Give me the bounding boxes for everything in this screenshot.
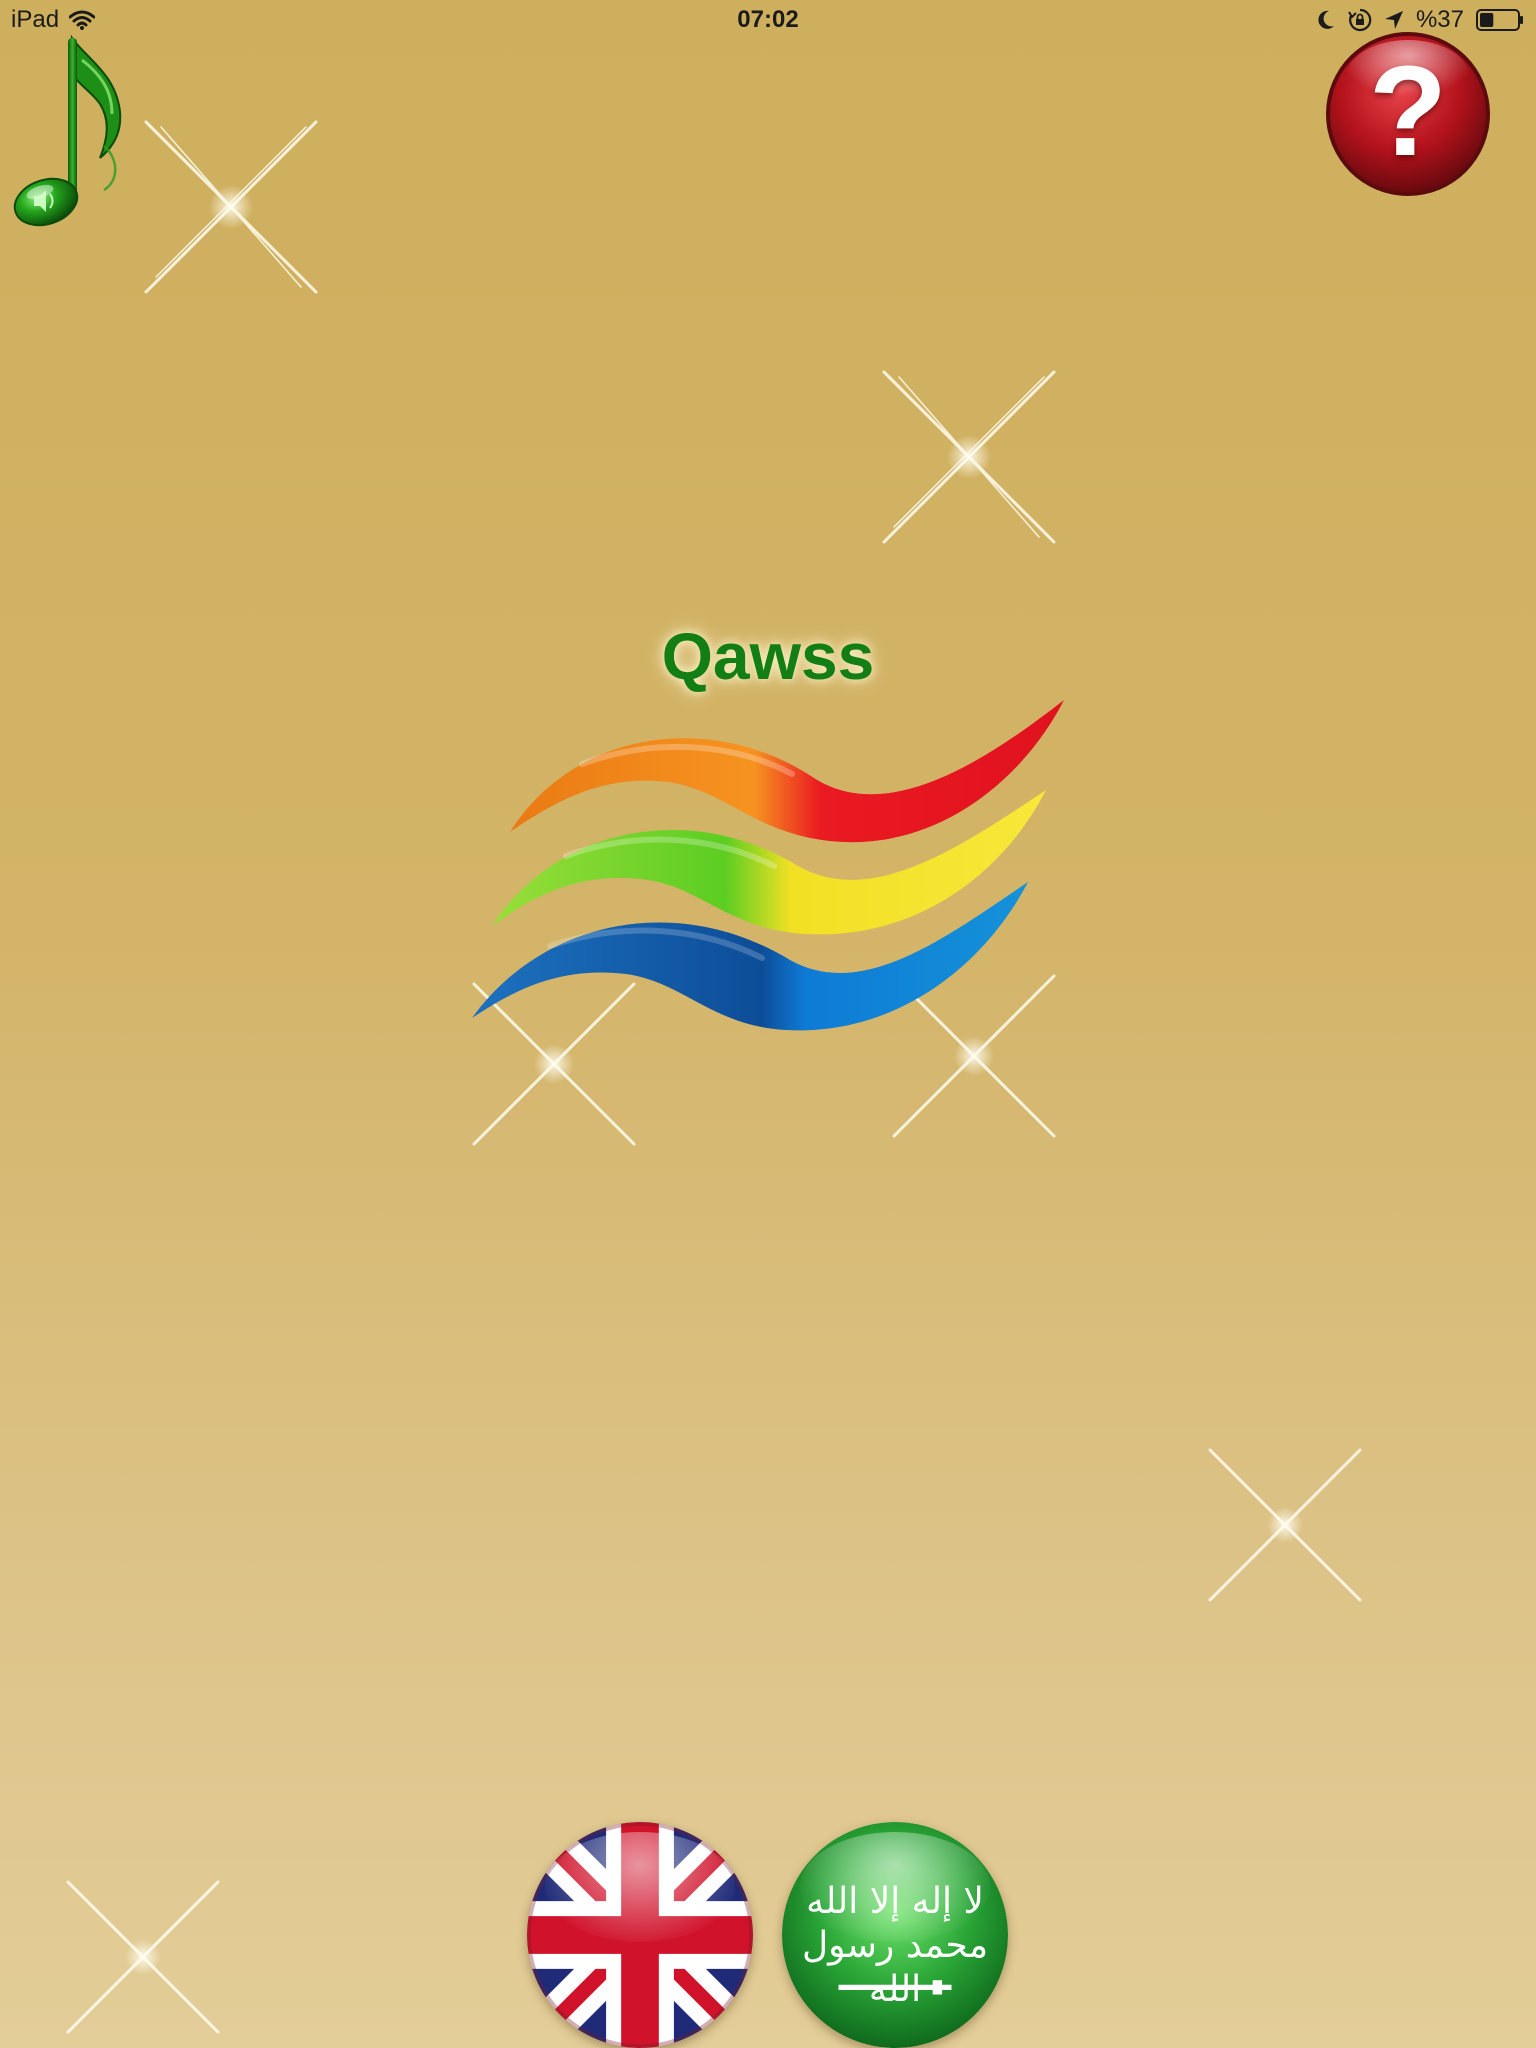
- sparkle-icon: [1208, 1448, 1362, 1602]
- app-title: Qawss: [661, 619, 875, 693]
- clock: 07:02: [737, 6, 799, 33]
- english-language-button[interactable]: [527, 1822, 753, 2048]
- arabic-language-button[interactable]: لا إله إلا الله محمد رسول الله: [782, 1822, 1008, 2048]
- help-button[interactable]: ?: [1324, 30, 1492, 198]
- music-toggle-button[interactable]: [8, 30, 136, 230]
- help-symbol: ?: [1368, 40, 1448, 183]
- flag-shahada-text: لا إله إلا الله محمد رسول الله: [802, 1881, 988, 2010]
- location-arrow-icon: [1384, 10, 1404, 30]
- music-note-sound-icon: [13, 34, 122, 227]
- sparkle-icon: [882, 370, 1056, 544]
- status-bar: iPad 07:02 %37: [0, 0, 1536, 40]
- rotation-lock-icon: [1348, 8, 1372, 32]
- rainbow-waves-logo: [472, 700, 1064, 1031]
- moon-icon: [1316, 9, 1336, 31]
- sparkle-icon: [66, 1880, 220, 2034]
- sparkle-icon: [144, 120, 318, 294]
- uk-flag-icon: [527, 1822, 753, 2048]
- battery-icon: [1476, 9, 1524, 31]
